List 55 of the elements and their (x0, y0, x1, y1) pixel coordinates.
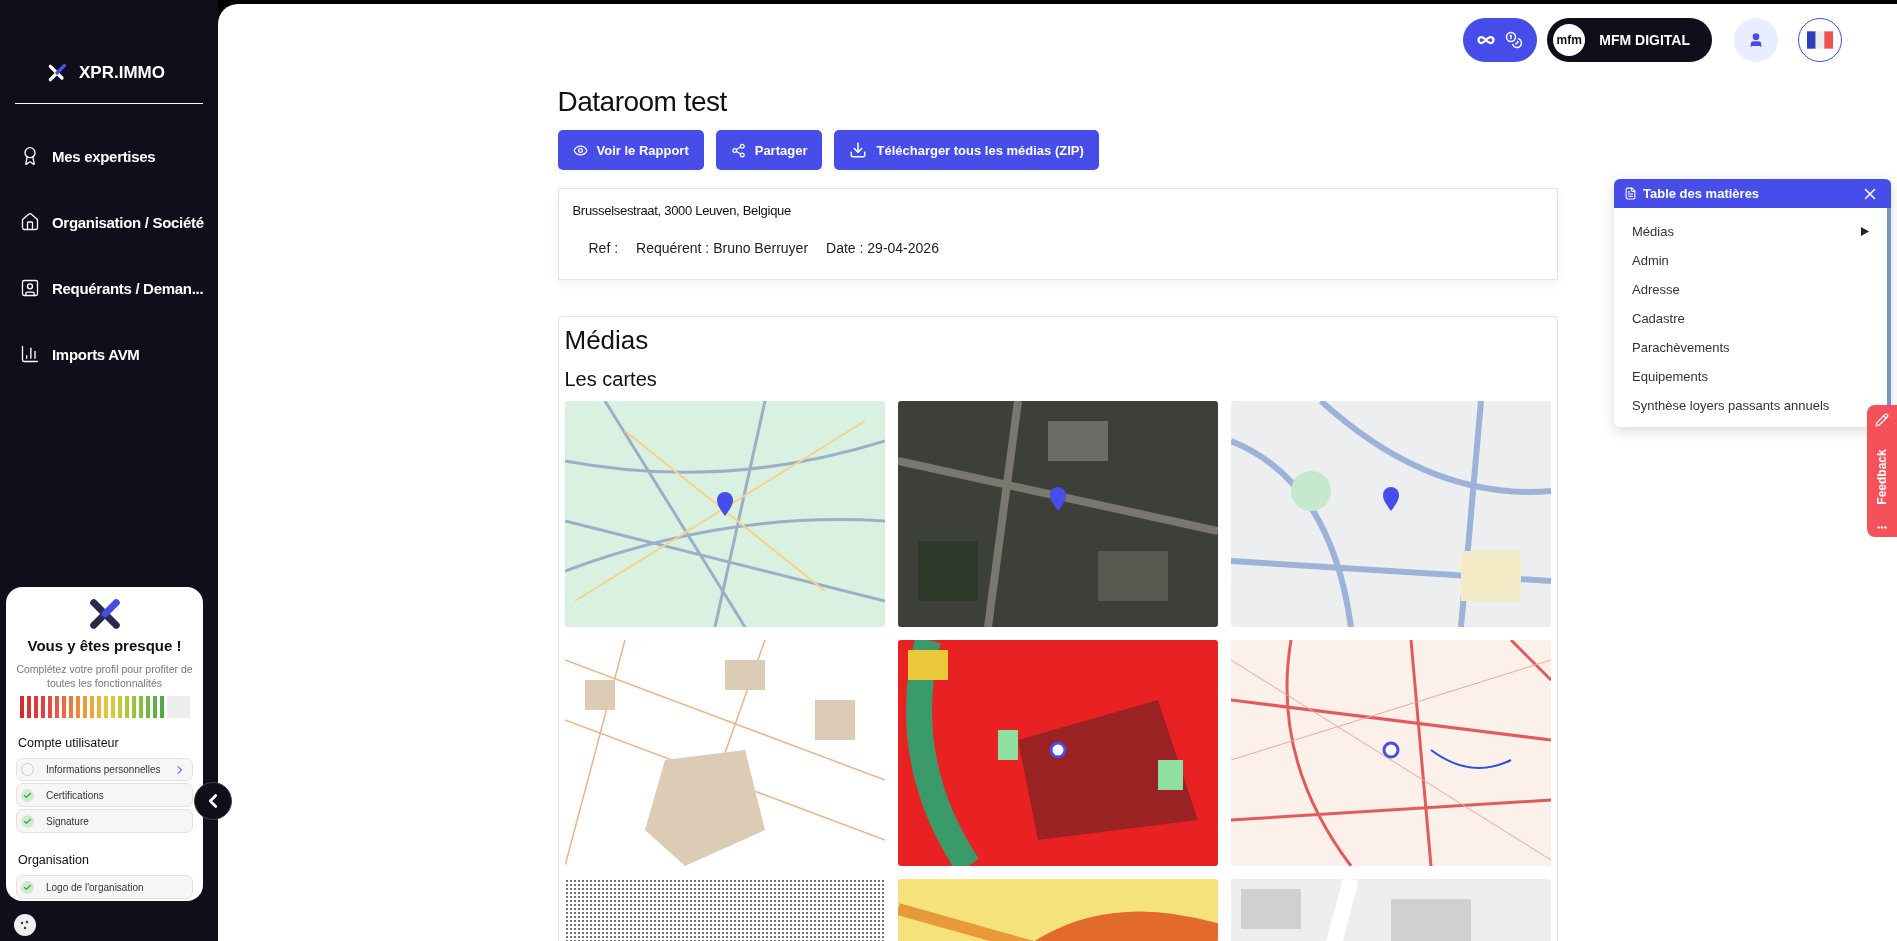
more-icon (1877, 526, 1887, 529)
download-icon (849, 141, 868, 159)
map-image[interactable] (1230, 640, 1551, 866)
toc-item[interactable]: Médias (1632, 222, 1887, 241)
section-title: Organisation (18, 853, 89, 868)
company-logo: mfm (1553, 24, 1586, 56)
card-title: Vous y êtes presque ! (27, 636, 182, 654)
home-icon (20, 212, 40, 232)
address-text: Brusselsestraat, 3000 Leuven, Belgique (572, 203, 792, 218)
card-subtitle: Complétez votre profil pour profiter de toutes les fonctionnalités (16, 661, 193, 690)
toc-item[interactable]: Admin (1632, 251, 1669, 270)
checklist-item[interactable]: Signature (16, 809, 193, 834)
pencil-icon (1875, 413, 1889, 427)
toc-item[interactable]: Synthèse loyers passants annuels (1632, 396, 1830, 415)
map-image[interactable] (897, 401, 1218, 627)
toc-item[interactable]: Parachèvements (1632, 338, 1730, 357)
sidebar-nav-item[interactable]: Requérants / Deman... (20, 278, 218, 298)
checklist-item[interactable]: Informations personnelles (16, 757, 193, 782)
action-button[interactable]: Voir le Rapport (557, 130, 704, 170)
document-icon (1624, 187, 1637, 200)
brand-name: XPR.IMMO (79, 63, 165, 83)
map-image[interactable] (897, 640, 1218, 866)
coins-icon (1505, 31, 1524, 49)
info-field: Ref : (588, 240, 619, 256)
info-field: Requérent : Bruno Berruyer (636, 240, 809, 256)
action-button[interactable]: Télécharger tous les médias (ZIP) (834, 130, 1099, 170)
language-button[interactable] (1798, 18, 1842, 62)
flag-icon (1807, 31, 1833, 49)
cookie-icon (19, 919, 31, 931)
logo-icon (87, 597, 122, 631)
user-button[interactable] (1734, 18, 1778, 62)
toc-item[interactable]: Adresse (1632, 280, 1680, 299)
credits-button[interactable] (1463, 18, 1538, 62)
section-title: Compte utilisateur (18, 735, 119, 750)
sidebar-nav-item[interactable]: Imports AVM (20, 344, 218, 364)
cookie-button[interactable] (14, 914, 36, 936)
subsection-heading: Les cartes (564, 368, 658, 391)
eye-icon (572, 142, 588, 158)
sidebar-nav-item[interactable]: Mes expertises (20, 146, 218, 166)
sidebar-nav-item[interactable]: Organisation / Société (20, 212, 218, 232)
info-field: Date : 29-04-2026 (826, 240, 939, 256)
logo-icon (47, 63, 67, 83)
contact-card-icon (20, 278, 40, 298)
checklist-item[interactable]: Certifications (16, 783, 193, 808)
checklist-item[interactable]: Logo de l'organisation (16, 875, 193, 899)
action-button[interactable]: Partager (715, 130, 823, 170)
page-title: Dataroom test (557, 86, 728, 118)
toc-item[interactable]: Equipements (1632, 367, 1708, 386)
section-heading: Médias (564, 325, 650, 356)
share-icon (730, 142, 746, 158)
user-icon (1748, 32, 1764, 48)
toc-item[interactable]: Cadastre (1632, 309, 1685, 328)
account-button[interactable]: mfm MFM DIGITAL (1547, 18, 1712, 62)
bar-chart-icon (20, 344, 40, 364)
panel-title: Table des matières (1643, 186, 1761, 201)
